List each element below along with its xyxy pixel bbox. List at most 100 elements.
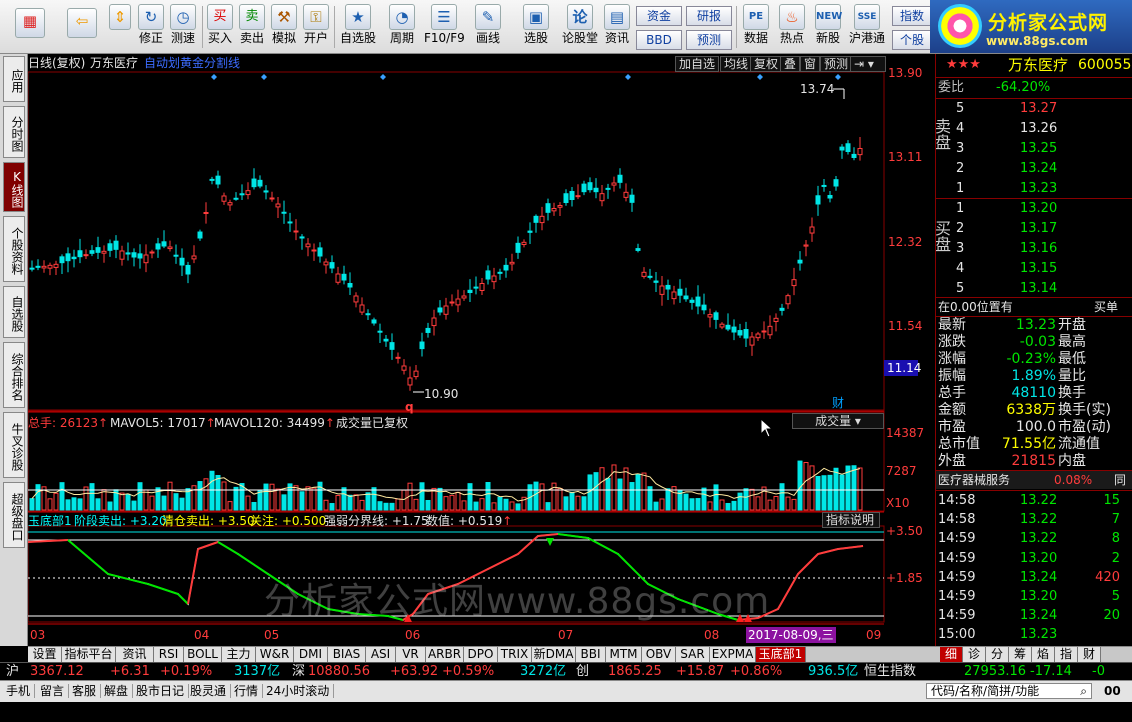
- period-button[interactable]: ◔ 周期: [384, 2, 420, 52]
- sector-row[interactable]: 医疗器械服务 0.08% 同: [936, 471, 1132, 489]
- quote-panel-tab[interactable]: 诊: [963, 647, 986, 662]
- forecast-button[interactable]: 预测: [686, 30, 732, 50]
- indicator-tab[interactable]: 资讯: [116, 647, 154, 662]
- quote-panel-tab[interactable]: 细: [940, 647, 963, 662]
- indicator-tab[interactable]: TRIX: [498, 647, 532, 662]
- indicator-tab[interactable]: ARBR: [426, 647, 464, 662]
- forecast-chart-button[interactable]: 预测: [820, 56, 853, 72]
- indicator-tab[interactable]: SAR: [676, 647, 710, 662]
- phone-button[interactable]: 手机: [6, 684, 36, 698]
- tab-kline[interactable]: K线图: [3, 162, 25, 212]
- open-account-button[interactable]: ⚿ 开户: [302, 2, 330, 52]
- index-button[interactable]: 指数: [892, 6, 932, 26]
- indicator-tab[interactable]: DMI: [294, 647, 328, 662]
- sell-level-row[interactable]: 3 13.25: [936, 140, 1132, 158]
- analysis-button[interactable]: 解盘: [104, 684, 134, 698]
- simulate-button[interactable]: ⚒ 模拟: [270, 2, 298, 52]
- tab-apps[interactable]: 应用: [3, 56, 25, 102]
- speed-test-button[interactable]: ◷ 测速: [168, 2, 198, 52]
- data-button[interactable]: PE 数据: [740, 2, 772, 52]
- overlay-button[interactable]: 叠: [780, 56, 801, 72]
- forum-button[interactable]: 论论股堂: [560, 2, 600, 52]
- draw-line-button[interactable]: ✎ 画线: [470, 2, 506, 52]
- grid-menu-button[interactable]: ▦: [8, 2, 52, 52]
- tab-diagnosis[interactable]: 牛叉诊股: [3, 412, 25, 478]
- stock-genie-button[interactable]: 股灵通: [190, 684, 232, 698]
- ma-button[interactable]: 均线: [720, 56, 753, 72]
- buy-level-row[interactable]: 2 13.17: [936, 220, 1132, 238]
- kline-chart-svg[interactable]: [28, 54, 936, 646]
- up-down-button[interactable]: ⇕: [106, 2, 134, 52]
- watchlist-button[interactable]: ★ 自选股: [338, 2, 378, 52]
- back-button[interactable]: ⇦: [60, 2, 104, 52]
- indicator-tab[interactable]: 设置: [28, 647, 62, 662]
- quote-panel-tab[interactable]: 筹: [1009, 647, 1032, 662]
- single-stock-button[interactable]: 个股: [892, 30, 932, 50]
- quote-button[interactable]: 行情: [234, 684, 264, 698]
- news-button[interactable]: ▤ 资讯: [602, 2, 632, 52]
- add-watchlist-button[interactable]: 加自选: [675, 56, 720, 72]
- code-search-input[interactable]: 代码/名称/简拼/功能 ⌕: [926, 683, 1092, 699]
- buy-level-row[interactable]: 1 13.20: [936, 200, 1132, 218]
- candle-up: [575, 195, 581, 198]
- indicator-tab[interactable]: W&R: [256, 647, 294, 662]
- tab-watchlist[interactable]: 自选股: [3, 286, 25, 338]
- buy-level-row[interactable]: 5 13.14: [936, 280, 1132, 298]
- indicator-tab[interactable]: 指标平台: [62, 647, 116, 662]
- diary-button[interactable]: 股市日记: [136, 684, 190, 698]
- sell-level-row[interactable]: 2 13.24: [936, 160, 1132, 178]
- sell-level-row[interactable]: 1 13.23: [936, 180, 1132, 198]
- volume-selector[interactable]: 成交量 ▾: [792, 413, 884, 429]
- f10-button[interactable]: ☰ F10/F9: [424, 2, 465, 52]
- research-button[interactable]: 研报: [686, 6, 732, 26]
- stock-screen-button[interactable]: ▣ 选股: [516, 2, 556, 52]
- buy-button[interactable]: 买买入: [206, 2, 234, 52]
- tab-super-quote[interactable]: 超级盘口: [3, 482, 25, 548]
- indicator-tab[interactable]: BBI: [576, 647, 606, 662]
- buy-level-row[interactable]: 3 13.16: [936, 240, 1132, 258]
- indicator-tab[interactable]: BOLL: [184, 647, 222, 662]
- hot-button[interactable]: ♨ 热点: [776, 2, 808, 52]
- indicator-tab[interactable]: 新DMA: [532, 647, 576, 662]
- indicator-tab[interactable]: RSI: [154, 647, 184, 662]
- indicator-tab[interactable]: DPO: [464, 647, 498, 662]
- restore-right-button[interactable]: 复权: [750, 56, 783, 72]
- bbd-button[interactable]: BBD: [636, 30, 682, 50]
- sell-button[interactable]: 卖卖出: [238, 2, 266, 52]
- sell-level-row[interactable]: 5 13.27: [936, 100, 1132, 118]
- chart-menu-button[interactable]: ⇥ ▾: [850, 56, 886, 72]
- window-button[interactable]: 窗: [800, 56, 821, 72]
- indicator-tab[interactable]: 玉底部1: [756, 647, 806, 662]
- kline-chart-area[interactable]: 日线(复权) 万东医疗 自动划黄金分割线 加自选 均线 复权 叠 窗 预测 ⇥ …: [28, 54, 936, 646]
- quote-panel-tab[interactable]: 指: [1055, 647, 1078, 662]
- indicator-tab[interactable]: ASI: [366, 647, 396, 662]
- tab-ranking[interactable]: 综合排名: [3, 342, 25, 408]
- message-button[interactable]: 留言: [40, 684, 70, 698]
- tab-intraday[interactable]: 分时图: [3, 106, 25, 158]
- tab-stock-profile[interactable]: 个股资料: [3, 216, 25, 282]
- quote-panel-tab[interactable]: 分: [986, 647, 1009, 662]
- volume-bar: [839, 474, 845, 511]
- quote-panel-tab[interactable]: 财: [1078, 647, 1101, 662]
- candle-down: [77, 250, 83, 258]
- fund-button[interactable]: 资金: [636, 6, 682, 26]
- indicator-help-button[interactable]: 指标说明: [822, 512, 880, 528]
- indicator-tab[interactable]: BIAS: [328, 647, 366, 662]
- period-clock-icon: ◔: [389, 4, 415, 30]
- finance-marker[interactable]: 财: [832, 396, 844, 410]
- indicator-tab[interactable]: OBV: [642, 647, 676, 662]
- sse-hk-button[interactable]: SSE 沪港通: [846, 2, 888, 52]
- news-ticker-button[interactable]: 24小时滚动: [266, 684, 335, 698]
- indicator-tab[interactable]: VR: [396, 647, 426, 662]
- quote-panel-tab[interactable]: 焰: [1032, 647, 1055, 662]
- indicator-tab[interactable]: MTM: [606, 647, 642, 662]
- new-stock-button[interactable]: NEW 新股: [812, 2, 844, 52]
- indicator-tab[interactable]: EXPMA: [710, 647, 756, 662]
- buy-level-row[interactable]: 4 13.15: [936, 260, 1132, 278]
- service-button[interactable]: 客服: [72, 684, 102, 698]
- candle-down: [839, 146, 845, 151]
- revise-button[interactable]: ↻ 修正: [136, 2, 166, 52]
- sell-level-row[interactable]: 4 13.26: [936, 120, 1132, 138]
- indicator-tab[interactable]: 主力: [222, 647, 256, 662]
- indicator-segment: [187, 548, 199, 605]
